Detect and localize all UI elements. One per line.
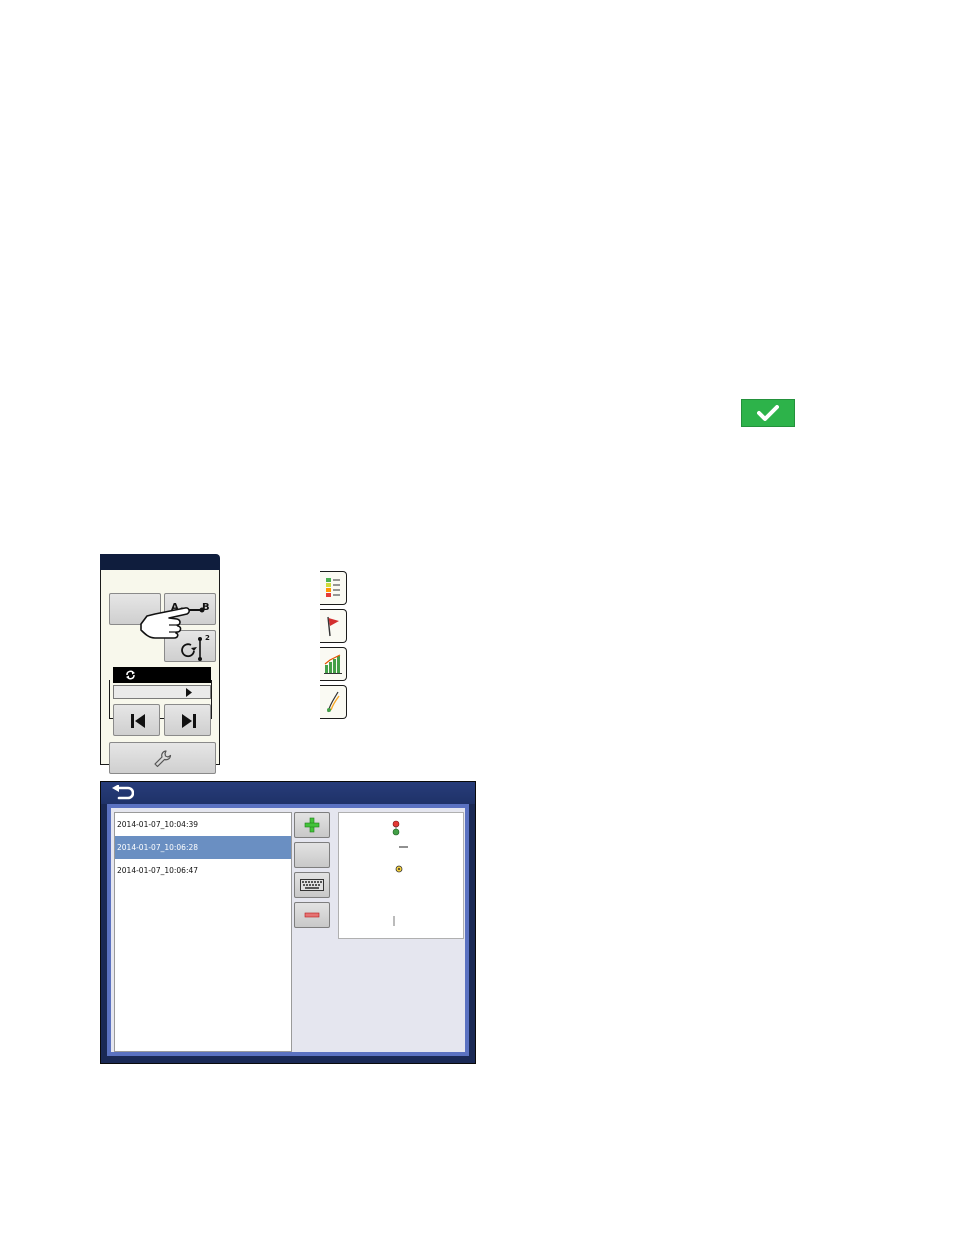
previous-line-button[interactable] <box>113 704 160 736</box>
checkmark-icon <box>757 405 779 421</box>
line-list-window: 2014-01-07_10:04:39 2014-01-07_10:06:28 … <box>100 781 476 1064</box>
skip-previous-icon <box>131 714 145 728</box>
window-title-bar <box>101 782 475 804</box>
cycle-superscript: 2 <box>205 634 210 642</box>
legend-icon <box>326 578 340 597</box>
tab-chart[interactable] <box>320 647 347 681</box>
guidance-panel-header <box>100 554 220 570</box>
accept-button[interactable] <box>741 399 795 427</box>
add-button[interactable] <box>294 812 330 838</box>
window-frame: 2014-01-07_10:04:39 2014-01-07_10:06:28 … <box>107 804 469 1056</box>
tab-flags[interactable] <box>320 609 347 643</box>
bar-chart-icon <box>324 654 342 674</box>
line-preview <box>338 812 464 939</box>
list-item[interactable]: 2014-01-07_10:06:47 <box>115 859 291 882</box>
blank-button[interactable] <box>294 842 330 868</box>
add-icon <box>304 817 320 833</box>
sync-icon <box>126 670 135 680</box>
point-b-marker <box>392 828 400 836</box>
list-item[interactable]: 2014-01-07_10:06:28 <box>115 836 291 859</box>
guidance-line-dropdown[interactable] <box>113 685 211 699</box>
flag-icon <box>327 616 339 637</box>
point-b-label: B <box>202 602 210 613</box>
guidance-panel-body: A B 2 <box>100 570 220 774</box>
keyboard-icon <box>300 879 324 891</box>
remove-icon <box>304 912 320 918</box>
wrench-icon <box>154 750 172 768</box>
rename-button[interactable] <box>294 872 330 898</box>
guidance-settings-button[interactable] <box>109 742 216 774</box>
list-item[interactable]: 2014-01-07_10:04:39 <box>115 813 291 836</box>
tab-legend[interactable] <box>320 571 347 605</box>
play-arrow-icon <box>186 688 192 697</box>
next-line-button[interactable] <box>164 704 211 736</box>
back-arrow-icon[interactable] <box>110 785 134 801</box>
window-content: 2014-01-07_10:04:39 2014-01-07_10:06:28 … <box>111 808 465 1052</box>
guidance-panel: A B 2 <box>100 554 347 774</box>
guidance-icon <box>327 691 340 713</box>
file-list[interactable]: 2014-01-07_10:04:39 2014-01-07_10:06:28 … <box>114 812 292 1052</box>
skip-next-icon <box>182 714 196 728</box>
delete-button[interactable] <box>294 902 330 928</box>
hand-pointer-icon <box>140 607 190 639</box>
preview-markers <box>392 820 408 926</box>
tab-guidance[interactable] <box>320 685 347 719</box>
